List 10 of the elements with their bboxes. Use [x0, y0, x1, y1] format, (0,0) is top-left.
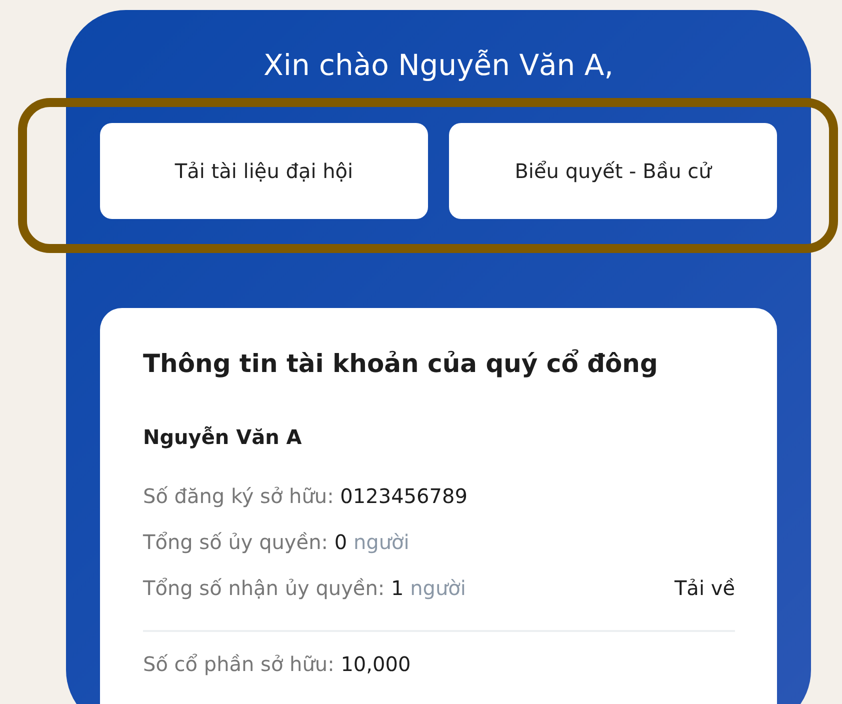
action-button[interactable]: Biểu quyết - Bầu cử	[449, 123, 777, 219]
info-text: Số đăng ký sở hữu: 0123456789	[143, 483, 468, 510]
card-title: Thông tin tài khoản của quý cổ đông	[143, 348, 659, 380]
greeting-title: Xin chào Nguyễn Văn A,	[262, 47, 614, 84]
info-text: Tổng số ủy quyền: 0 người	[143, 529, 410, 556]
shareholder-name: Nguyễn Văn A	[143, 424, 303, 451]
info-text: Số cổ phần sở hữu: 10,000	[143, 651, 411, 678]
action-button[interactable]: Tải tài liệu đại hội	[100, 123, 428, 219]
download-link[interactable]: Tải về	[674, 572, 735, 604]
info-text: Tổng số nhận ủy quyền: 1 người	[143, 575, 466, 602]
